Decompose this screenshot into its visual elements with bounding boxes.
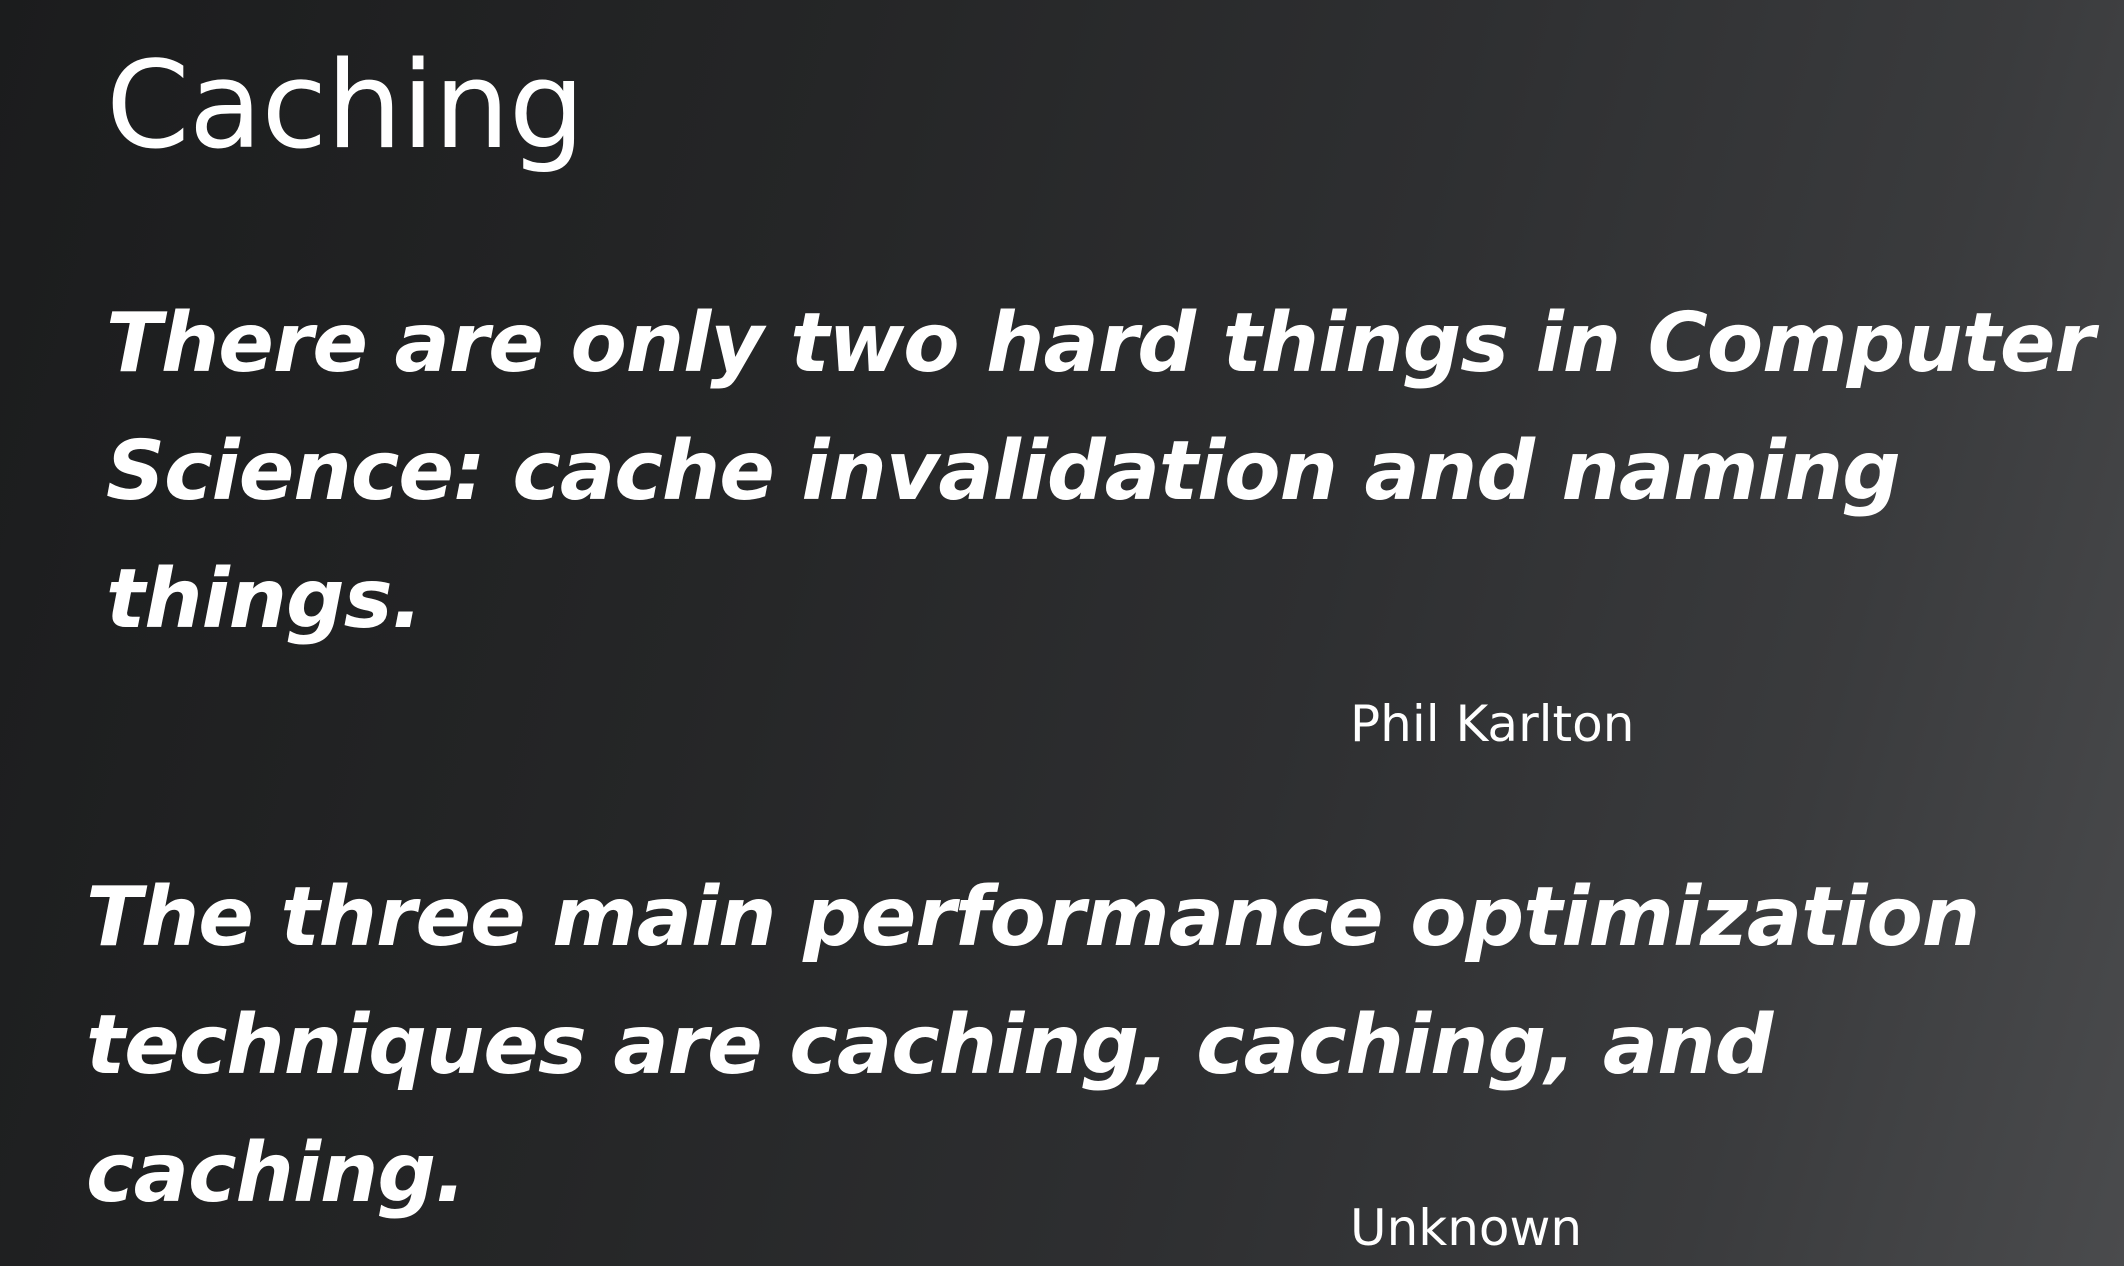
quote-line: There are only two hard things in Comput… xyxy=(106,296,2095,391)
quote-unknown: The three main performance optimization … xyxy=(86,854,1980,1238)
quote-attribution-unknown: Unknown xyxy=(1350,1199,1583,1257)
quote-line: techniques are caching, caching, and xyxy=(86,998,1773,1093)
slide-title: Caching xyxy=(106,37,585,176)
quote-karlton: There are only two hard things in Comput… xyxy=(106,280,2095,664)
quote-line: caching. xyxy=(86,1126,466,1221)
quote-line: things. xyxy=(106,552,423,647)
quote-line: Science: cache invalidation and naming xyxy=(106,424,1901,519)
quote-line: The three main performance optimization xyxy=(86,870,1980,965)
quote-attribution-karlton: Phil Karlton xyxy=(1350,695,1635,753)
presentation-slide: Caching There are only two hard things i… xyxy=(0,0,2124,1266)
